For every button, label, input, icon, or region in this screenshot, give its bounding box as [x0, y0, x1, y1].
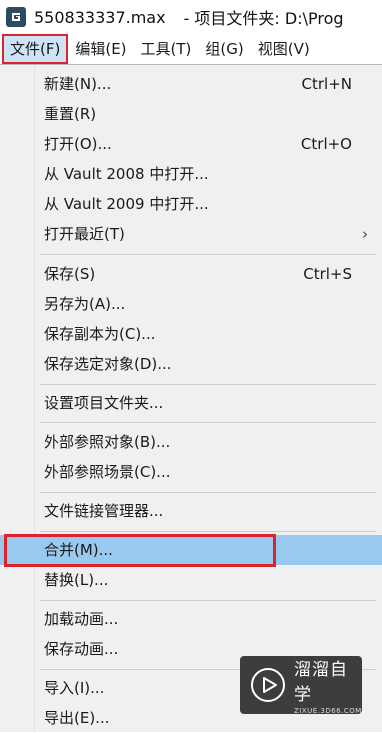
- watermark-name: 溜溜自学: [294, 660, 348, 705]
- merge-annotation-box: [4, 534, 276, 567]
- window-title-file: 550833337.max: [34, 7, 166, 27]
- menu-item-file-link-manager[interactable]: 文件链接管理器...: [0, 496, 382, 526]
- menu-separator: [40, 600, 376, 601]
- menu-separator: [40, 492, 376, 493]
- watermark-url: ZIXUE.3D66.COM: [294, 707, 362, 715]
- menu-view[interactable]: 视图(V): [251, 34, 317, 64]
- menu-item-set-project-folder[interactable]: 设置项目文件夹...: [0, 388, 382, 418]
- shortcut-text: Ctrl+N: [301, 75, 352, 93]
- title-bar: 550833337.max - 项目文件夹: D:\Prog: [0, 0, 382, 34]
- menu-separator: [40, 531, 376, 532]
- play-logo-icon: [251, 668, 285, 702]
- menu-item-open-vault-2009[interactable]: 从 Vault 2009 中打开...: [0, 189, 382, 219]
- window-title-path: - 项目文件夹: D:\Prog: [183, 9, 344, 28]
- watermark: 溜溜自学 ZIXUE.3D66.COM: [240, 656, 362, 715]
- file-menu-dropdown: 新建(N)... Ctrl+N 重置(R) 打开(O)... Ctrl+O 从 …: [0, 64, 382, 732]
- menu-item-open[interactable]: 打开(O)... Ctrl+O: [0, 129, 382, 159]
- menu-item-save[interactable]: 保存(S) Ctrl+S: [0, 259, 382, 289]
- submenu-arrow-icon: ›: [362, 225, 368, 243]
- menu-item-reset[interactable]: 重置(R): [0, 99, 382, 129]
- menu-item-save-copy-as[interactable]: 保存副本为(C)...: [0, 319, 382, 349]
- menu-separator: [40, 422, 376, 423]
- menu-separator: [40, 254, 376, 255]
- app-icon[interactable]: [6, 7, 26, 27]
- menu-item-save-as[interactable]: 另存为(A)...: [0, 289, 382, 319]
- menu-edit[interactable]: 编辑(E): [68, 34, 133, 64]
- menu-item-save-selected[interactable]: 保存选定对象(D)...: [0, 349, 382, 379]
- menu-item-xref-objects[interactable]: 外部参照对象(B)...: [0, 427, 382, 457]
- menu-bar: 文件(F) 编辑(E) 工具(T) 组(G) 视图(V): [0, 34, 382, 64]
- menu-tools[interactable]: 工具(T): [134, 34, 199, 64]
- menu-item-new[interactable]: 新建(N)... Ctrl+N: [0, 69, 382, 99]
- shortcut-text: Ctrl+S: [303, 265, 352, 283]
- menu-separator: [40, 384, 376, 385]
- menu-file[interactable]: 文件(F): [2, 34, 69, 64]
- menu-item-open-recent[interactable]: 打开最近(T) ›: [0, 219, 382, 249]
- menu-item-open-vault-2008[interactable]: 从 Vault 2008 中打开...: [0, 159, 382, 189]
- menu-item-xref-scenes[interactable]: 外部参照场景(C)...: [0, 457, 382, 487]
- shortcut-text: Ctrl+O: [300, 135, 352, 153]
- menu-group[interactable]: 组(G): [198, 34, 250, 64]
- menu-item-load-animation[interactable]: 加载动画...: [0, 604, 382, 634]
- menu-item-replace[interactable]: 替换(L)...: [0, 565, 382, 595]
